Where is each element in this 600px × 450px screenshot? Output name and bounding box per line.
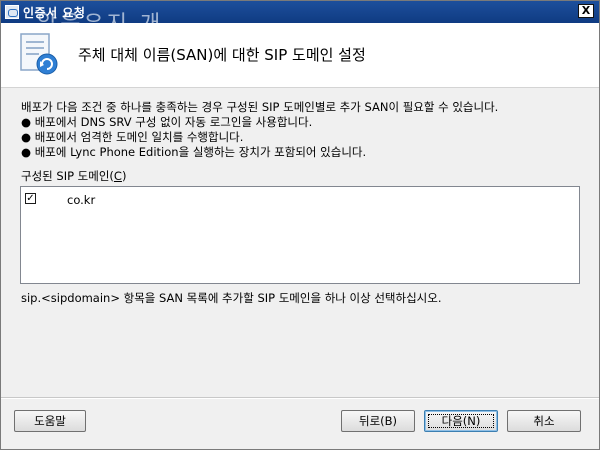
condition-item: ● 배포에 Lync Phone Edition을 실행하는 장치가 포함되어 … [21,145,367,159]
page-title: 주체 대체 이름(SAN)에 대한 SIP 도메인 설정 [78,46,366,64]
description-block: 배포가 다음 조건 중 하나를 충족하는 경우 구성된 SIP 도메인별로 추가… [21,100,581,160]
checkbox-checked-icon[interactable]: ✓ [25,193,36,204]
divider [1,397,599,399]
close-button[interactable]: X [578,4,594,18]
access-key: C [113,169,122,183]
sip-domain-list[interactable]: ✓ co.kr [20,186,580,284]
wizard-header: 주체 대체 이름(SAN)에 대한 SIP 도메인 설정 [1,23,599,88]
certificate-request-dialog: 알음우지 개 인증서 요청 X 주체 대체 이름(SAN)에 대한 SIP 도메… [0,0,600,450]
next-button[interactable]: 다음(N) [424,410,498,432]
title-bar: 알음우지 개 인증서 요청 X [1,1,599,37]
intro-text: 배포가 다음 조건 중 하나를 충족하는 경우 구성된 SIP 도메인별로 추가… [21,100,499,114]
condition-item: ● 배포에서 DNS SRV 구성 없이 자동 로그인을 사용합니다. [21,115,313,129]
back-button[interactable]: 뒤로(B) [341,410,415,432]
domain-list-label: 구성된 SIP 도메인(C) [21,169,127,183]
certificate-refresh-icon [20,33,58,75]
cancel-button[interactable]: 취소 [507,410,581,432]
domain-name: co.kr [67,193,96,207]
hint-text: sip.<sipdomain> 항목을 SAN 목록에 추가할 SIP 도메인을… [21,291,442,305]
help-button[interactable]: 도움말 [14,410,86,432]
condition-item: ● 배포에서 엄격한 도메인 일치를 수행합니다. [21,130,244,144]
app-icon [5,5,19,19]
list-item[interactable]: ✓ co.kr [25,191,565,207]
window-title: 인증서 요청 [23,6,86,20]
